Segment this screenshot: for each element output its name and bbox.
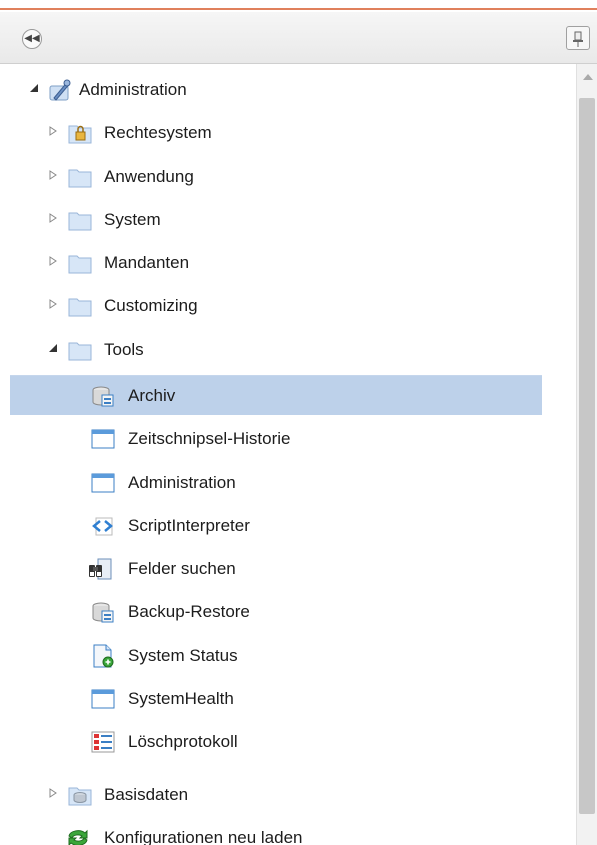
- pin-icon: [573, 31, 583, 47]
- archive-icon: [92, 386, 114, 407]
- tree-node-label: Konfigurationen neu laden: [104, 828, 303, 845]
- collapsed-arrow-icon[interactable]: [48, 170, 58, 180]
- tree-node-label: Löschprotokoll: [128, 732, 238, 751]
- window-icon: [91, 473, 115, 493]
- window-icon: [91, 689, 115, 709]
- tree-node-backup-restore[interactable]: Backup-Restore: [0, 591, 576, 631]
- vertical-scrollbar[interactable]: [576, 64, 597, 845]
- tree-node-system[interactable]: System: [0, 199, 576, 239]
- tree-node-administration-tool[interactable]: Administration: [0, 462, 576, 502]
- tree-node-label: System: [104, 210, 161, 229]
- tree-node-mandanten[interactable]: Mandanten: [0, 242, 576, 282]
- top-accent-line: [0, 0, 597, 10]
- tree-node-label: Mandanten: [104, 253, 190, 272]
- collapsed-arrow-icon[interactable]: [48, 213, 58, 223]
- tree-node-loeschprotokoll[interactable]: Löschprotokoll: [0, 721, 576, 761]
- tree-node-basisdaten[interactable]: Basisdaten: [0, 774, 576, 814]
- expanded-arrow-icon[interactable]: [29, 83, 39, 93]
- tree-node-anwendung[interactable]: Anwendung: [0, 156, 576, 196]
- tree-node-rechtesystem[interactable]: Rechtesystem: [0, 112, 576, 152]
- tree-node-label: Administration: [79, 80, 187, 99]
- tree-node-label: Felder suchen: [128, 559, 236, 578]
- scroll-thumb[interactable]: [579, 98, 595, 814]
- tree-node-archiv[interactable]: Archiv: [0, 375, 576, 415]
- tree-node-label: SystemHealth: [128, 689, 234, 708]
- document-status-icon: [93, 644, 114, 668]
- tree-node-label: Customizing: [104, 296, 198, 315]
- tree-node-administration[interactable]: Administration: [0, 69, 576, 109]
- folder-icon: [68, 212, 92, 231]
- wrench-icon: [49, 79, 71, 101]
- folder-icon: [68, 342, 92, 361]
- scroll-up-arrow-icon[interactable]: [583, 74, 593, 80]
- checklist-icon: [91, 731, 115, 753]
- tree-node-zeitschnipsel-historie[interactable]: Zeitschnipsel-Historie: [0, 418, 576, 458]
- tree-node-label: Archiv: [128, 386, 176, 405]
- refresh-icon: [68, 829, 88, 845]
- tree-node-label: Administration: [128, 473, 236, 492]
- tree-node-tools[interactable]: Tools: [0, 329, 576, 369]
- tree-node-label: Backup-Restore: [128, 602, 250, 621]
- tree-node-konfigurationen-neu-laden[interactable]: Konfigurationen neu laden: [0, 817, 576, 845]
- selection-highlight: [10, 375, 542, 415]
- navigation-tree: Administration Rechtesystem Anwendung Sy…: [0, 64, 576, 845]
- tree-node-label: System Status: [128, 646, 238, 665]
- collapsed-arrow-icon[interactable]: [48, 788, 58, 798]
- tree-node-system-status[interactable]: System Status: [0, 635, 576, 675]
- code-icon: [92, 517, 113, 536]
- tree-node-felder-suchen[interactable]: Felder suchen: [0, 548, 576, 588]
- binoculars-icon: [89, 558, 112, 580]
- folder-icon: [68, 255, 92, 274]
- folder-icon: [68, 169, 92, 188]
- tree-node-label: ScriptInterpreter: [128, 516, 250, 535]
- expanded-arrow-icon[interactable]: [48, 343, 58, 353]
- tree-node-systemhealth[interactable]: SystemHealth: [0, 678, 576, 718]
- tree-node-label: Zeitschnipsel-Historie: [128, 429, 291, 448]
- tree-node-label: Anwendung: [104, 167, 194, 186]
- tree-node-customizing[interactable]: Customizing: [0, 285, 576, 325]
- tree-node-label: Rechtesystem: [104, 123, 212, 142]
- locked-folder-icon: [68, 125, 92, 144]
- tree-node-label: Tools: [104, 340, 144, 359]
- database-folder-icon: [68, 787, 92, 806]
- double-chevron-left-icon: ◀◀: [24, 33, 40, 44]
- collapsed-arrow-icon[interactable]: [48, 256, 58, 266]
- collapse-panel-button[interactable]: ◀◀: [22, 29, 42, 49]
- tree-node-label: Basisdaten: [104, 785, 189, 804]
- collapsed-arrow-icon[interactable]: [48, 299, 58, 309]
- collapsed-arrow-icon[interactable]: [48, 126, 58, 136]
- tree-toolbar: ◀◀: [0, 12, 597, 64]
- folder-icon: [68, 298, 92, 317]
- pin-button[interactable]: [566, 26, 590, 50]
- tree-node-scriptinterpreter[interactable]: ScriptInterpreter: [0, 505, 576, 545]
- window-icon: [91, 429, 115, 449]
- archive-icon: [92, 602, 114, 623]
